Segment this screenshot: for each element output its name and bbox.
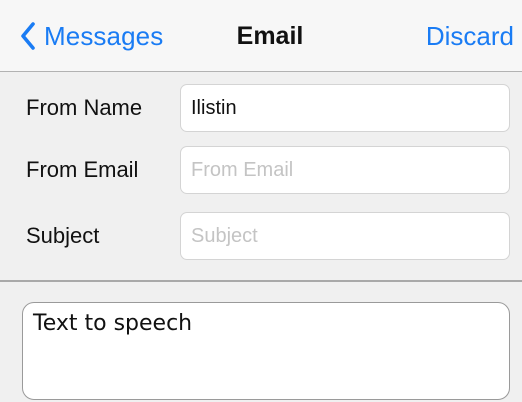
subject-row: Subject [0, 208, 522, 264]
message-body-area: Text to speech [0, 282, 522, 402]
from-email-row: From Email [0, 142, 522, 198]
from-name-row: From Name [0, 80, 522, 136]
discard-button[interactable]: Discard [426, 18, 514, 54]
page-title: Email [236, 22, 304, 50]
chevron-left-icon [21, 22, 35, 50]
from-name-label: From Name [26, 95, 143, 120]
subject-label: Subject [26, 223, 100, 248]
subject-field[interactable] [180, 212, 510, 260]
back-label: Messages [44, 20, 164, 51]
from-email-field[interactable] [180, 146, 510, 194]
back-button[interactable]: Messages [20, 18, 163, 54]
email-compose-screen: Messages Email Discard From Name From Em… [0, 0, 522, 402]
from-name-field[interactable] [180, 84, 510, 132]
message-body-textarea[interactable]: Text to speech [22, 302, 510, 400]
from-email-label: From Email [26, 157, 139, 182]
email-form: From Name From Email Subject [0, 72, 522, 280]
navigation-bar: Messages Email Discard [0, 0, 522, 72]
